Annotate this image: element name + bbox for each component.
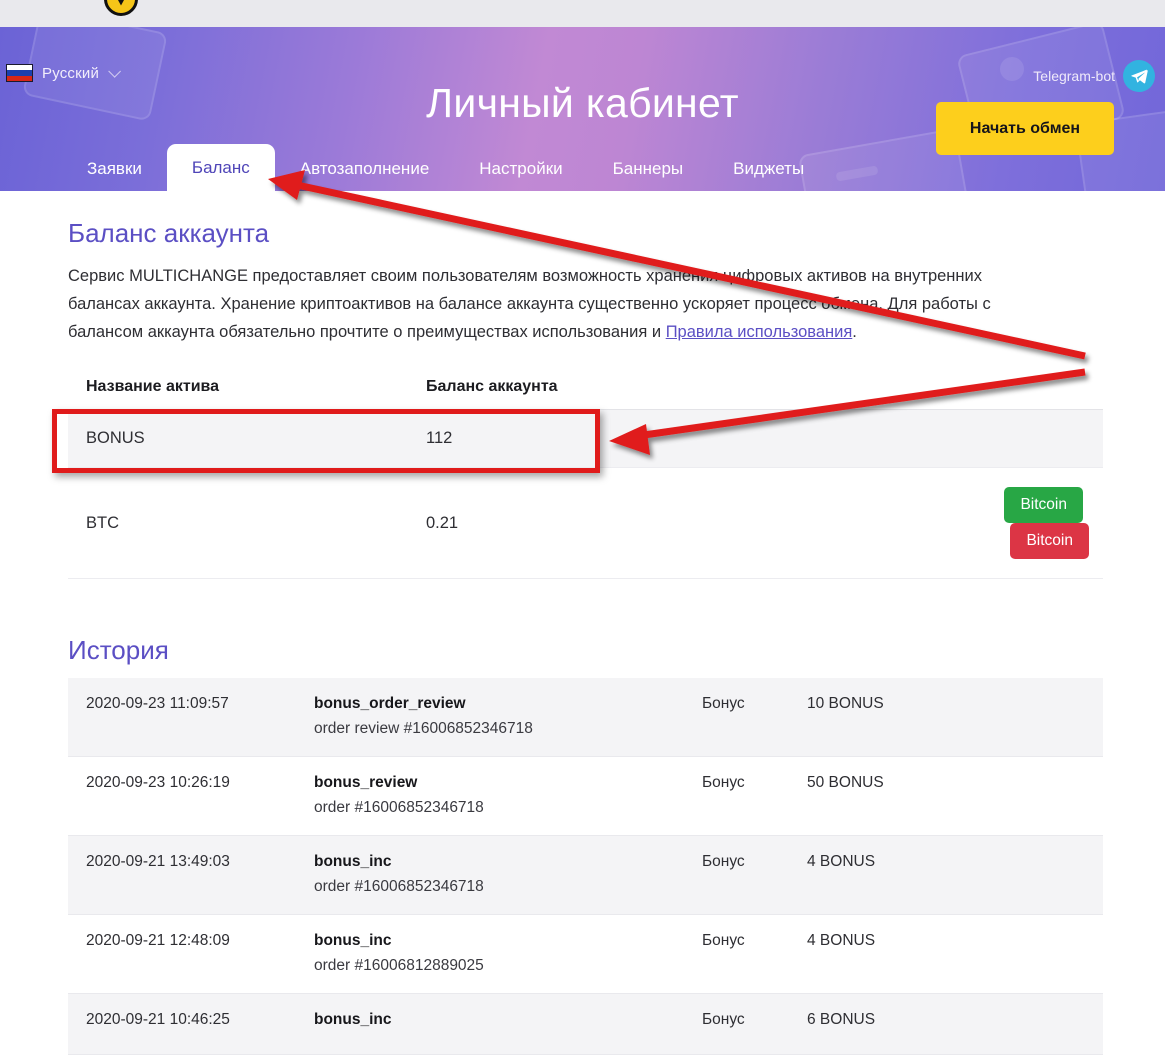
history-operation-name: bonus_inc: [314, 932, 392, 949]
table-row: 2020-09-21 12:48:09 bonus_inc order #160…: [68, 914, 1103, 994]
asset-actions-cell: [908, 409, 1103, 468]
history-operation-cell: bonus_review order #16006852346718: [296, 756, 684, 836]
history-table: 2020-09-23 11:09:57 bonus_order_review o…: [68, 678, 1103, 1055]
tab-vidzhety[interactable]: Виджеты: [708, 147, 829, 191]
table-row[interactable]: BTC 0.21 BitcoinBitcoin: [68, 467, 1103, 579]
history-section-title: История: [68, 635, 169, 665]
page-section-title: Баланс аккаунта: [68, 218, 270, 248]
history-operation-cell: bonus_order_review order review #1600685…: [296, 678, 684, 757]
history-amount-cell: 4 BONUS: [789, 835, 1103, 915]
assets-col-asset-name: Название актива: [68, 365, 408, 410]
main-tab-bar: Заявки Баланс Автозаполнение Настройки Б…: [0, 144, 1165, 191]
main-content: Баланс аккаунта Сервис MULTICHANGE предо…: [0, 191, 1165, 1055]
history-date-cell: 2020-09-23 11:09:57: [68, 678, 296, 757]
history-type-cell: Бонус: [684, 993, 789, 1055]
history-amount-cell: 10 BONUS: [789, 678, 1103, 757]
yellow-play-favicon: [104, 0, 138, 16]
table-row: 2020-09-23 11:09:57 bonus_order_review o…: [68, 678, 1103, 757]
asset-name-cell: BTC: [68, 467, 408, 579]
table-row: 2020-09-21 10:46:25 bonus_inc Бонус 6 BO…: [68, 993, 1103, 1055]
history-type-cell: Бонус: [684, 756, 789, 836]
history-operation-cell: bonus_inc order #16006812889025: [296, 914, 684, 994]
history-date-cell: 2020-09-21 13:49:03: [68, 835, 296, 915]
usage-rules-link[interactable]: Правила использования: [666, 323, 853, 341]
tab-nastroyki[interactable]: Настройки: [454, 147, 587, 191]
table-row: 2020-09-23 10:26:19 bonus_review order #…: [68, 756, 1103, 836]
history-operation-detail: order #16006812889025: [314, 957, 484, 974]
asset-actions-cell: BitcoinBitcoin: [908, 467, 1103, 579]
history-operation-cell: bonus_inc: [296, 993, 684, 1055]
history-operation-cell: bonus_inc order #16006852346718: [296, 835, 684, 915]
asset-name-cell: BONUS: [68, 409, 408, 468]
history-type-cell: Бонус: [684, 835, 789, 915]
language-label: Русский: [42, 64, 100, 82]
withdraw-bitcoin-button[interactable]: Bitcoin: [1010, 523, 1089, 559]
history-type-cell: Бонус: [684, 678, 789, 757]
history-amount-cell: 6 BONUS: [789, 993, 1103, 1055]
assets-col-account-balance: Баланс аккаунта: [408, 365, 908, 410]
history-date-cell: 2020-09-21 12:48:09: [68, 914, 296, 994]
assets-table: Название актива Баланс аккаунта BONUS 11…: [68, 365, 1103, 579]
history-date-cell: 2020-09-21 10:46:25: [68, 993, 296, 1055]
table-row: 2020-09-21 13:49:03 bonus_inc order #160…: [68, 835, 1103, 915]
history-type-cell: Бонус: [684, 914, 789, 994]
history-operation-detail: order review #16006852346718: [314, 720, 533, 737]
history-amount-cell: 50 BONUS: [789, 756, 1103, 836]
history-operation-name: bonus_order_review: [314, 695, 466, 712]
assets-col-actions: [908, 365, 1103, 410]
deposit-bitcoin-button[interactable]: Bitcoin: [1004, 487, 1083, 523]
decorative-circle: [1000, 57, 1024, 81]
tab-balans[interactable]: Баланс: [166, 144, 275, 191]
balance-intro-text: Сервис MULTICHANGE предоставляет своим п…: [68, 262, 1058, 346]
asset-balance-cell: 112: [408, 409, 908, 468]
tab-zayavki[interactable]: Заявки: [62, 147, 167, 191]
history-operation-name: bonus_review: [314, 774, 418, 791]
site-header: Русский Telegram-bot Личный кабинет Нача…: [0, 27, 1165, 191]
tab-avtozapolnenie[interactable]: Автозаполнение: [275, 147, 455, 191]
browser-chrome-strip: [0, 0, 1165, 27]
history-operation-name: bonus_inc: [314, 853, 392, 870]
tab-bannery[interactable]: Баннеры: [588, 147, 709, 191]
history-amount-cell: 4 BONUS: [789, 914, 1103, 994]
assets-table-header-row: Название актива Баланс аккаунта: [68, 365, 1103, 410]
intro-text-part-2: .: [852, 323, 857, 341]
history-date-cell: 2020-09-23 10:26:19: [68, 756, 296, 836]
history-operation-detail: order #16006852346718: [314, 878, 484, 895]
asset-balance-cell: 0.21: [408, 467, 908, 579]
history-operation-name: bonus_inc: [314, 1011, 392, 1028]
table-row[interactable]: BONUS 112: [68, 409, 1103, 468]
history-operation-detail: order #16006852346718: [314, 799, 484, 816]
